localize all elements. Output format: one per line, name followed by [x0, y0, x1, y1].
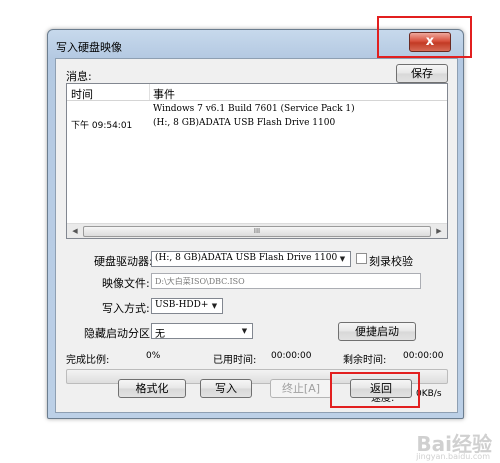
dialog-body: 消息: 保存 时间 事件 Windows 7 v6.1 Build 7601 (… [55, 58, 458, 413]
write-button[interactable]: 写入 [200, 379, 252, 398]
horizontal-scrollbar[interactable]: ◀ III ▶ [67, 223, 447, 238]
window-title: 写入硬盘映像 [56, 41, 122, 54]
write-mode-select[interactable]: USB-HDD+ ▼ [151, 298, 223, 314]
drive-select[interactable]: (H:, 8 GB)ADATA USB Flash Drive 1100 ▼ [151, 251, 351, 267]
drive-select-value: (H:, 8 GB)ADATA USB Flash Drive 1100 [155, 253, 338, 263]
image-file-label: 映像文件: [102, 277, 150, 290]
scroll-right-icon[interactable]: ▶ [433, 226, 445, 236]
verify-label: 刻录校验 [369, 255, 413, 268]
image-file-value: D:\大白菜ISO\DBC.ISO [155, 277, 245, 286]
column-time[interactable]: 时间 [71, 86, 93, 102]
save-button[interactable]: 保存 [396, 64, 448, 83]
hidden-partition-select[interactable]: 无 ▼ [151, 323, 253, 340]
format-button[interactable]: 格式化 [118, 379, 186, 398]
row-time: 下午 09:54:01 [71, 121, 133, 131]
hidden-partition-value: 无 [155, 329, 165, 340]
scroll-thumb-grip: III [253, 227, 261, 235]
write-disk-image-window: 写入硬盘映像 x 消息: 保存 时间 事件 Windows 7 v6.1 Bui… [47, 29, 464, 419]
column-event[interactable]: 事件 [153, 86, 175, 102]
list-header: 时间 事件 [67, 84, 447, 101]
quick-boot-button[interactable]: 便捷启动 [338, 322, 416, 341]
highlight-close-box [377, 16, 472, 58]
stop-button[interactable]: 终止[A] [270, 379, 332, 398]
message-list[interactable]: 时间 事件 Windows 7 v6.1 Build 7601 (Service… [66, 83, 448, 239]
complete-value: 0% [146, 351, 161, 361]
write-mode-label: 写入方式: [102, 302, 150, 315]
row-event: (H:, 8 GB)ADATA USB Flash Drive 1100 [153, 118, 336, 128]
scroll-left-icon[interactable]: ◀ [69, 226, 81, 236]
chevron-down-icon: ▼ [241, 327, 248, 335]
remaining-value: 00:00:00 [403, 351, 444, 361]
image-file-input[interactable]: D:\大白菜ISO\DBC.ISO [151, 273, 421, 289]
chevron-down-icon: ▼ [339, 255, 346, 263]
write-mode-value: USB-HDD+ [155, 300, 209, 310]
scroll-thumb[interactable]: III [83, 226, 431, 237]
row-event: Windows 7 v6.1 Build 7601 (Service Pack … [153, 104, 355, 114]
elapsed-value: 00:00:00 [271, 351, 312, 361]
elapsed-label: 已用时间: [213, 355, 257, 366]
chevron-down-icon: ▼ [211, 302, 218, 310]
verify-checkbox[interactable] [356, 253, 367, 264]
complete-label: 完成比例: [66, 355, 110, 366]
hidden-partition-label: 隐藏启动分区: [84, 327, 154, 340]
messages-label: 消息: [66, 70, 92, 83]
column-divider [149, 84, 150, 100]
highlight-back-box [330, 372, 420, 408]
drive-label: 硬盘驱动器: [94, 255, 153, 268]
watermark-url: jingyan.baidu.com [416, 452, 490, 461]
remaining-label: 剩余时间: [343, 355, 387, 366]
